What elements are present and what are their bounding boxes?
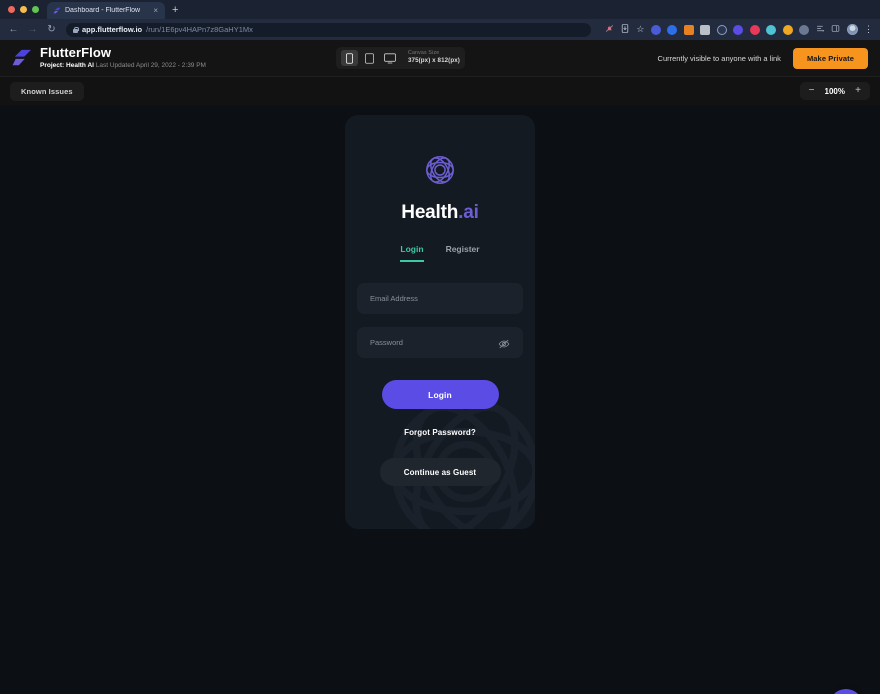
zoom-out-button[interactable]: − [808,86,816,96]
visibility-status: Currently visible to anyone with a link [657,53,781,63]
app-title: Health.ai [401,202,479,224]
password-field[interactable]: Password [357,327,523,358]
browser-tab[interactable]: Dashboard - FlutterFlow × [47,2,165,19]
sidepanel-icon[interactable] [831,24,840,35]
flutterflow-brand[interactable]: FlutterFlow Project: Health AI Last Upda… [12,45,206,70]
extensions-bar: ⋮ [650,24,873,35]
extension-icon-4[interactable] [700,24,710,35]
device-desktop-button[interactable] [381,50,398,66]
install-app-icon[interactable] [621,24,629,35]
login-button[interactable]: Login [381,380,499,409]
browser-menu-icon[interactable]: ⋮ [864,25,873,34]
last-updated: Last Updated April 29, 2022 - 2:39 PM [95,62,206,70]
browser-tab-title: Dashboard - FlutterFlow [65,7,141,14]
editor-toolbar: Known Issues − 100% + [0,76,880,105]
health-ai-logo-icon [418,148,462,192]
extension-icon-5[interactable] [716,24,727,35]
extension-icon-3[interactable] [683,24,694,35]
search-fab[interactable] [829,689,863,694]
login-screen: Health.ai Login Register Email Address P… [345,115,535,529]
browser-tabstrip: Dashboard - FlutterFlow × + [0,0,880,19]
zoom-in-button[interactable]: + [854,86,862,96]
email-field-placeholder: Email Address [370,294,418,303]
reload-icon[interactable]: ↻ [45,24,58,35]
auth-tabs: Login Register [400,244,480,262]
flutterflow-favicon [53,7,61,15]
extension-icon-1[interactable] [650,24,661,35]
app-title-main: Health [401,202,459,223]
url-input[interactable]: app.flutterflow.io /run/1E6pv4HAPn7z8GaH… [66,22,592,37]
extension-icon-10[interactable] [799,24,809,35]
brand-title: FlutterFlow [40,45,112,61]
omnibox-actions: ☆ [601,24,645,35]
flutterflow-logo-icon [12,49,32,67]
forgot-password-link[interactable]: Forgot Password? [404,428,476,437]
extension-icon-9[interactable] [782,24,793,35]
window-maximize-button[interactable] [32,6,39,13]
window-traffic-lights [8,0,47,19]
device-phone-button[interactable] [341,50,358,66]
tab-login[interactable]: Login [400,244,424,262]
extension-icon-2[interactable] [667,24,677,35]
editor-canvas: Health.ai Login Register Email Address P… [0,105,880,694]
known-issues-button[interactable]: Known Issues [10,81,84,101]
bookmark-star-icon[interactable]: ☆ [636,25,644,34]
browser-urlbar-row: ← → ↻ app.flutterflow.io /run/1E6pv4HAPn… [0,19,880,40]
device-tablet-button[interactable] [361,50,378,66]
zoom-controls: − 100% + [799,82,870,100]
forward-icon[interactable]: → [26,24,39,35]
extension-icon-8[interactable] [766,24,776,35]
password-field-placeholder: Password [370,338,403,347]
back-icon[interactable]: ← [7,24,20,35]
extension-icon-6[interactable] [733,24,743,35]
project-name: Health AI [66,62,94,70]
email-field[interactable]: Email Address [357,283,523,314]
project-subtitle: Project: Health AI Last Updated April 29… [40,62,206,70]
lock-icon [73,26,79,33]
canvas-size-value: 375(px) x 812(px) [408,57,460,65]
tab-close-icon[interactable]: × [151,6,160,15]
window-close-button[interactable] [8,6,15,13]
url-path: /run/1E6pv4HAPn7z8GaHY1Mx [146,25,253,34]
url-domain: app.flutterflow.io [82,25,143,34]
extension-list-icon[interactable] [816,24,825,35]
flutterflow-header: FlutterFlow Project: Health AI Last Upda… [0,40,880,76]
app-title-suffix: .ai [458,202,479,223]
canvas-size-meta: Canvas Size 375(px) x 812(px) [408,50,460,65]
phone-preview-frame[interactable]: Health.ai Login Register Email Address P… [345,115,535,529]
extension-icon-7[interactable] [749,24,760,35]
canvas-size-group: Canvas Size 375(px) x 812(px) [336,47,465,69]
tab-register[interactable]: Register [446,244,480,262]
make-private-button[interactable]: Make Private [792,47,868,69]
zoom-level-value: 100% [824,86,845,96]
continue-as-guest-button[interactable]: Continue as Guest [379,458,501,486]
profile-avatar[interactable] [846,24,858,35]
eye-off-icon[interactable] [498,337,510,349]
browser-chrome: Dashboard - FlutterFlow × + ← → ↻ app.fl… [0,0,880,40]
window-minimize-button[interactable] [20,6,27,13]
new-tab-button[interactable]: + [165,2,185,19]
notification-blocked-icon[interactable] [605,24,614,35]
header-right-group: Currently visible to anyone with a link … [657,47,868,69]
project-label: Project: [40,62,65,70]
